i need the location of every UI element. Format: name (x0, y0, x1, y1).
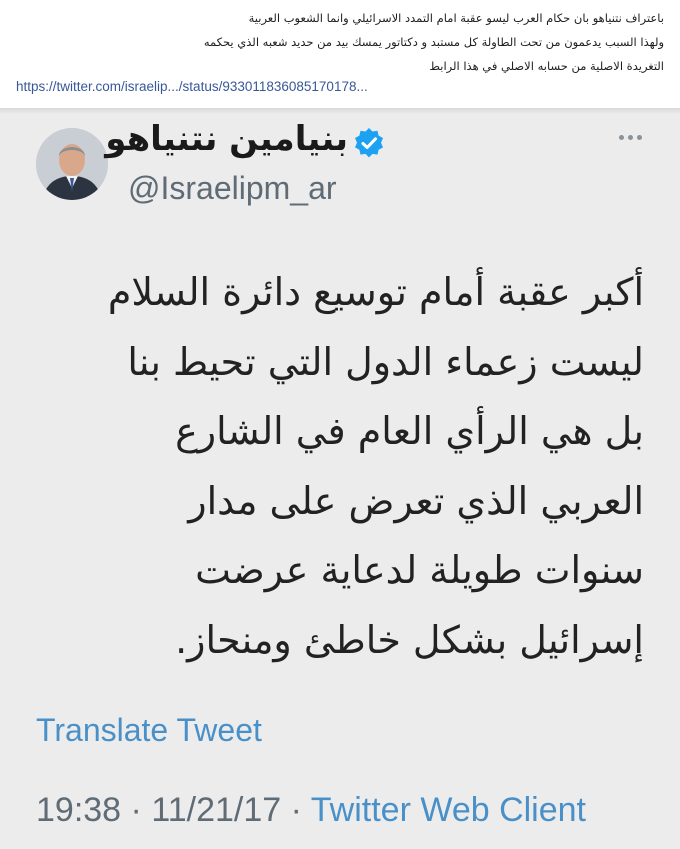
post-header: باعتراف نتنياهو بان حكام العرب ليسو عقبة… (0, 0, 680, 108)
avatar[interactable] (36, 128, 108, 200)
post-text-line-2: ولهذا السبب يدعمون من تحت الطاولة كل مست… (203, 35, 664, 49)
meta-separator: · (290, 791, 311, 829)
tweet-body-line: سنوات طويلة لدعاية عرضت (195, 548, 644, 592)
tweet-body-line: إسرائيل بشكل خاطئ ومنحاز. (175, 617, 644, 662)
tweet-body-line: بل هي الرأي العام في الشارع (175, 409, 644, 453)
tweet-meta: 19:38 · 11/21/17 · Twitter Web Client (36, 791, 586, 830)
translate-tweet-link[interactable]: Translate Tweet (36, 712, 262, 749)
more-dots-icon[interactable] (619, 135, 642, 140)
tweet-display-name[interactable]: بنيامين نتنياهو (105, 119, 348, 159)
tweet-body-line: أكبر عقبة أمام توسيع دائرة السلام (107, 270, 644, 314)
tweet-screenshot: بنيامين نتنياهو @Israelipm_ar أكبر عقبة … (0, 108, 680, 849)
tweet-time: 19:38 (36, 791, 122, 829)
tweet-client-link[interactable]: Twitter Web Client (311, 791, 586, 829)
tweet-body-line: ليست زعماء الدول التي تحيط بنا (127, 339, 644, 384)
verified-badge-icon (355, 128, 383, 158)
post-text-line-1: باعتراف نتنياهو بان حكام العرب ليسو عقبة… (248, 11, 664, 25)
tweet-body: أكبر عقبة أمام توسيع دائرة السلام ليست ز… (34, 258, 644, 675)
tweet-handle[interactable]: @Israelipm_ar (128, 170, 337, 207)
tweet-source-link[interactable]: https://twitter.com/israelip.../status/9… (16, 79, 368, 94)
tweet-body-line: العربي الذي تعرض على مدار (188, 478, 644, 523)
post-text-line-3: التغريدة الاصلية من حسابه الاصلي في هذا … (429, 59, 664, 73)
avatar-portrait-icon (36, 128, 108, 200)
tweet-date[interactable]: 11/21/17 (151, 791, 281, 829)
meta-separator: · (130, 791, 152, 829)
